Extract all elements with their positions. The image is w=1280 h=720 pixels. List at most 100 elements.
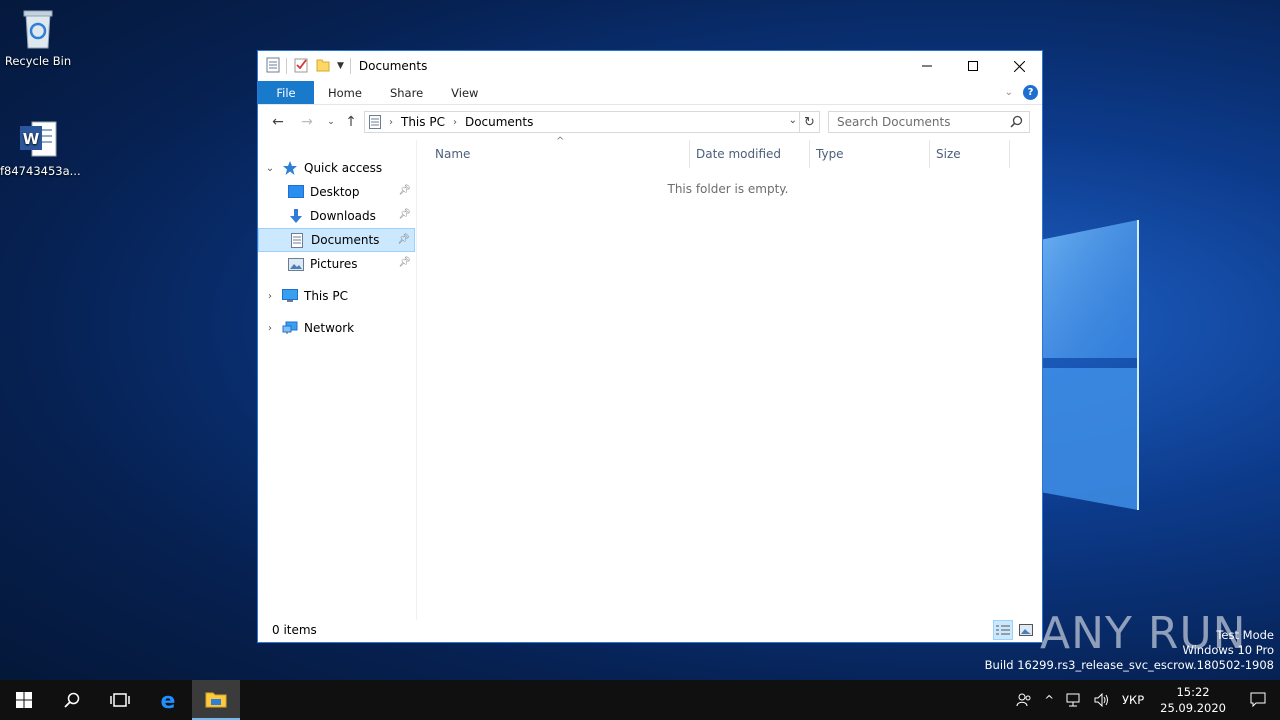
- address-dropdown-icon[interactable]: ⌄: [789, 115, 797, 126]
- column-header-name[interactable]: Name: [418, 140, 690, 168]
- search-button[interactable]: [48, 680, 96, 720]
- collapse-chevron-icon[interactable]: ⌄: [264, 163, 276, 174]
- documents-location-icon: [369, 115, 381, 129]
- system-tray: ^ УКР 15:22 25.09.2020: [1010, 680, 1280, 720]
- minimize-button[interactable]: [904, 51, 950, 81]
- start-button[interactable]: [0, 680, 48, 720]
- up-arrow-icon[interactable]: ↑: [340, 111, 362, 133]
- tab-home[interactable]: Home: [314, 81, 376, 104]
- explorer-body: ⌄ Quick access Desktop 📌︎ Downloads 📌︎ D…: [258, 136, 1042, 620]
- ribbon-right-controls: ⌄ ?: [1005, 85, 1038, 100]
- edge-browser-button[interactable]: e: [144, 680, 192, 720]
- column-header-size[interactable]: Size: [930, 140, 1010, 168]
- empty-folder-message: This folder is empty.: [667, 182, 789, 196]
- file-explorer-taskbar-button[interactable]: [192, 680, 240, 720]
- expand-chevron-icon[interactable]: ›: [264, 323, 276, 334]
- help-icon[interactable]: ?: [1023, 85, 1038, 100]
- task-view-button[interactable]: [96, 680, 144, 720]
- pin-icon[interactable]: 📌︎: [398, 185, 411, 196]
- notifications-icon: [1250, 692, 1266, 708]
- properties-icon[interactable]: [266, 57, 280, 76]
- title-bar[interactable]: ▼ Documents: [258, 51, 1042, 81]
- item-count: 0 items: [272, 623, 317, 637]
- refresh-button[interactable]: ↻: [800, 111, 820, 133]
- show-hidden-icons-chevron-icon[interactable]: ^: [1038, 680, 1060, 720]
- search-icon: [64, 692, 80, 708]
- quick-access-toolbar: ▼: [258, 57, 351, 76]
- clock[interactable]: 15:22 25.09.2020: [1150, 684, 1236, 716]
- nav-quick-access[interactable]: ⌄ Quick access: [258, 156, 415, 180]
- navigation-pane: ⌄ Quick access Desktop 📌︎ Downloads 📌︎ D…: [258, 140, 417, 620]
- desktop-icon-label: Recycle Bin: [4, 54, 72, 68]
- recent-locations-chevron-icon[interactable]: ⌄: [320, 111, 342, 133]
- task-view-icon: [110, 693, 130, 707]
- computer-icon: [282, 288, 298, 304]
- nav-label: Desktop: [310, 185, 360, 199]
- recycle-bin-icon: [18, 8, 58, 50]
- taskbar: e ^ УКР 15:22 25.09.2020: [0, 680, 1280, 720]
- nav-label: Downloads: [310, 209, 376, 223]
- people-icon[interactable]: [1010, 680, 1038, 720]
- clock-time: 15:22: [1176, 685, 1210, 699]
- window-controls: [904, 51, 1042, 81]
- window-title: Documents: [358, 59, 428, 73]
- column-header-date-modified[interactable]: Date modified: [690, 140, 810, 168]
- watermark-line: Windows 10 Pro: [1182, 643, 1274, 657]
- tab-file[interactable]: File: [258, 81, 314, 104]
- tab-share[interactable]: Share: [376, 81, 437, 104]
- ribbon-tabs: File Home Share View ⌄ ?: [258, 81, 1042, 105]
- file-explorer-window: ▼ Documents File Home Share View ⌄ ? ← →: [257, 50, 1043, 643]
- clock-date: 25.09.2020: [1160, 701, 1226, 715]
- status-bar: 0 items: [258, 618, 1042, 642]
- svg-text:e: e: [161, 689, 176, 711]
- nav-label: This PC: [304, 289, 348, 303]
- network-status-icon[interactable]: [1060, 680, 1088, 720]
- column-header-type[interactable]: Type: [810, 140, 930, 168]
- search-input[interactable]: Search Documents: [828, 111, 1030, 133]
- new-folder-icon[interactable]: [315, 57, 331, 76]
- documents-icon: [289, 232, 305, 248]
- breadcrumb-this-pc[interactable]: This PC: [401, 115, 445, 129]
- desktop-icon-label: f84743453a...: [0, 164, 81, 178]
- address-bar[interactable]: › This PC › Documents ⌄: [364, 111, 800, 133]
- action-center-button[interactable]: [1236, 680, 1280, 720]
- tab-view[interactable]: View: [437, 81, 492, 104]
- word-document-icon: W: [18, 118, 58, 160]
- navigation-bar: ← → ⌄ ↑ › This PC › Documents ⌄ ↻ Search…: [258, 105, 1042, 139]
- nav-downloads[interactable]: Downloads 📌︎: [258, 204, 415, 228]
- volume-icon[interactable]: [1088, 680, 1116, 720]
- pin-icon[interactable]: 📌︎: [398, 209, 411, 220]
- back-arrow-icon[interactable]: ←: [267, 111, 289, 133]
- network-icon: [282, 320, 298, 336]
- customize-toolbar-chevron-icon[interactable]: ▼: [337, 61, 344, 71]
- nav-desktop[interactable]: Desktop 📌︎: [258, 180, 415, 204]
- watermark-line: Test Mode: [1216, 628, 1274, 642]
- quick-access-star-icon: [282, 160, 298, 176]
- checkmark-properties-icon[interactable]: [293, 57, 309, 76]
- desktop-icon-recycle-bin[interactable]: Recycle Bin: [0, 8, 76, 68]
- desktop-icon-word-file[interactable]: W f84743453a...: [0, 118, 81, 178]
- pictures-icon: [288, 256, 304, 272]
- maximize-button[interactable]: [950, 51, 996, 81]
- breadcrumb-documents[interactable]: Documents: [465, 115, 533, 129]
- breadcrumb-separator-icon[interactable]: ›: [453, 117, 457, 128]
- nav-pictures[interactable]: Pictures 📌︎: [258, 252, 415, 276]
- expand-chevron-icon[interactable]: ›: [264, 291, 276, 302]
- file-list-pane: ^ Name Date modified Type Size This fold…: [418, 136, 1042, 620]
- close-button[interactable]: [996, 51, 1042, 81]
- nav-label: Documents: [311, 233, 380, 247]
- nav-network[interactable]: › Network: [258, 316, 415, 340]
- nav-documents[interactable]: Documents 📌︎: [258, 228, 415, 252]
- downloads-arrow-icon: [288, 208, 304, 224]
- file-explorer-icon: [205, 692, 227, 708]
- expand-ribbon-chevron-icon[interactable]: ⌄: [1005, 87, 1013, 98]
- nav-this-pc[interactable]: › This PC: [258, 284, 415, 308]
- toolbar-separator: [349, 58, 351, 74]
- breadcrumb-separator-icon[interactable]: ›: [389, 117, 393, 128]
- pin-icon[interactable]: 📌︎: [397, 234, 410, 245]
- forward-arrow-icon[interactable]: →: [296, 111, 318, 133]
- windows-start-icon: [16, 692, 32, 708]
- nav-label: Network: [304, 321, 355, 335]
- input-language-indicator[interactable]: УКР: [1116, 680, 1150, 720]
- pin-icon[interactable]: 📌︎: [398, 257, 411, 268]
